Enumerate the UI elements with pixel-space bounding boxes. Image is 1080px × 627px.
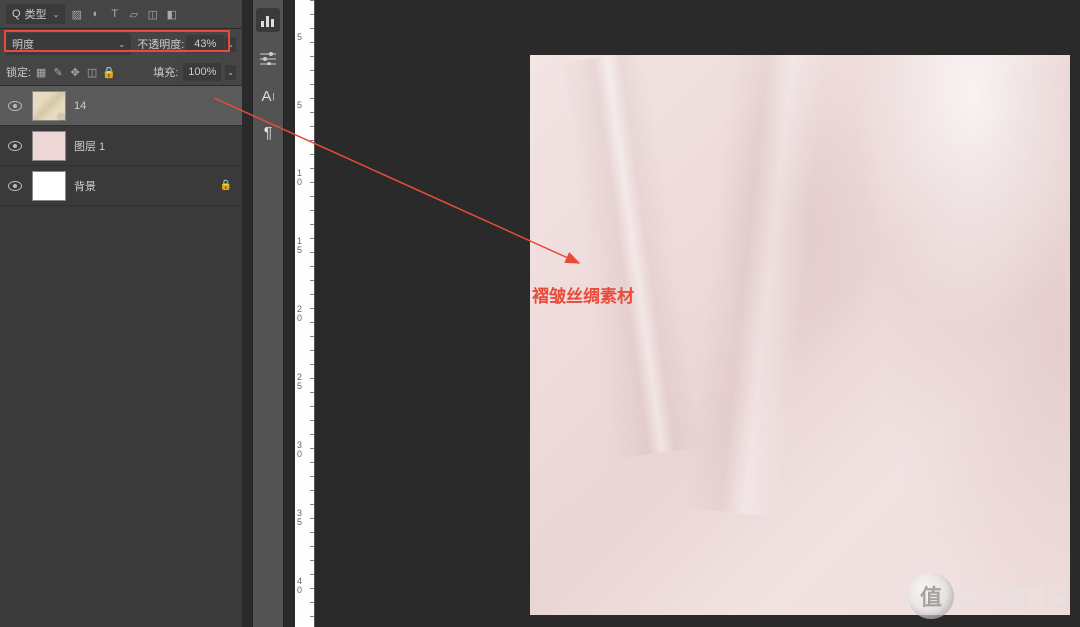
layer-item-background[interactable]: 背景 🔒	[0, 166, 242, 206]
watermark: 值 什么值得买	[908, 573, 1070, 619]
visibility-toggle[interactable]	[0, 141, 30, 151]
opacity-chevron-icon[interactable]: ⌄	[225, 37, 236, 52]
blend-mode-value: 明度	[12, 36, 34, 52]
filter-shape-icon[interactable]: ▱	[126, 7, 141, 22]
lock-brush-icon[interactable]: ✎	[51, 65, 65, 80]
filter-adjustment-icon[interactable]: ◐	[88, 7, 103, 22]
lock-all-icon[interactable]: 🔒	[102, 65, 116, 80]
ruler-tick: 20	[297, 305, 302, 323]
ruler-tick: 5	[297, 101, 302, 110]
filter-artboard-icon[interactable]: ◧	[164, 7, 179, 22]
canvas-area[interactable]	[315, 0, 1080, 627]
document-canvas[interactable]	[530, 55, 1070, 615]
eye-icon	[8, 181, 22, 191]
layer-item-14[interactable]: 14	[0, 86, 242, 126]
vertical-ruler: 5 5 10 15 20 25 30 35 40	[295, 0, 315, 627]
layer-list: 14 图层 1 背景 🔒	[0, 86, 242, 627]
layer-name[interactable]: 14	[74, 100, 242, 112]
paragraph-icon[interactable]: ¶	[256, 122, 280, 146]
chevron-down-icon: ⌄	[119, 40, 126, 49]
layer-thumbnail[interactable]	[32, 171, 66, 201]
layer-thumbnail[interactable]	[32, 91, 66, 121]
chevron-down-icon: ⌄	[53, 10, 60, 19]
eye-icon	[8, 101, 22, 111]
watermark-text: 什么值得买	[960, 581, 1070, 611]
filter-type-label: 类型	[25, 6, 47, 22]
lock-icon: 🔒	[220, 180, 232, 191]
opacity-label: 不透明度:	[137, 36, 184, 52]
visibility-toggle[interactable]	[0, 101, 30, 111]
adjustments-icon[interactable]	[256, 46, 280, 70]
filter-pixel-icon[interactable]: ▨	[69, 7, 84, 22]
watermark-badge: 值	[908, 573, 954, 619]
ruler-tick: 40	[297, 577, 302, 595]
eye-icon	[8, 141, 22, 151]
lock-artboard-icon[interactable]: ◫	[85, 65, 99, 80]
layer-filter-row: Q 类型 ⌄ ▨ ◐ T ▱ ◫ ◧	[0, 0, 242, 29]
ruler-tick: 15	[297, 237, 302, 255]
layer-item-layer1[interactable]: 图层 1	[0, 126, 242, 166]
annotation-label: 褶皱丝绸素材	[532, 282, 634, 307]
layer-thumbnail[interactable]	[32, 131, 66, 161]
ruler-tick: 35	[297, 509, 302, 527]
histogram-icon[interactable]	[256, 8, 280, 32]
fill-input[interactable]: 100%	[183, 63, 221, 81]
layers-panel: Q 类型 ⌄ ▨ ◐ T ▱ ◫ ◧ 明度 ⌄ 不透明度: 43% ⌄ 锁定: …	[0, 0, 242, 627]
filter-smartobject-icon[interactable]: ◫	[145, 7, 160, 22]
opacity-input[interactable]: 43%	[186, 35, 224, 53]
visibility-toggle[interactable]	[0, 181, 30, 191]
lock-position-icon[interactable]: ✥	[68, 65, 82, 80]
fill-chevron-icon[interactable]: ⌄	[225, 65, 236, 80]
filter-type-icon[interactable]: T	[107, 7, 122, 22]
blend-mode-dropdown[interactable]: 明度 ⌄	[6, 33, 131, 55]
filter-type-dropdown[interactable]: Q 类型 ⌄	[6, 4, 65, 24]
layer-name[interactable]: 背景	[74, 178, 220, 194]
fill-label: 填充:	[153, 64, 178, 80]
layer-name[interactable]: 图层 1	[74, 138, 242, 154]
ruler-tick: 25	[297, 373, 302, 391]
character-icon[interactable]: A|	[256, 84, 280, 108]
blend-opacity-row: 明度 ⌄ 不透明度: 43% ⌄	[0, 29, 242, 59]
lock-row: 锁定: ▦ ✎ ✥ ◫ 🔒 填充: 100% ⌄	[0, 59, 242, 86]
lock-transparent-icon[interactable]: ▦	[34, 65, 48, 80]
ruler-tick: 10	[297, 169, 302, 187]
ruler-tick: 5	[297, 33, 302, 42]
properties-toolstrip: A| ¶	[252, 0, 284, 627]
ruler-tick: 30	[297, 441, 302, 459]
lock-label: 锁定:	[6, 64, 31, 80]
search-icon: Q	[12, 8, 21, 20]
